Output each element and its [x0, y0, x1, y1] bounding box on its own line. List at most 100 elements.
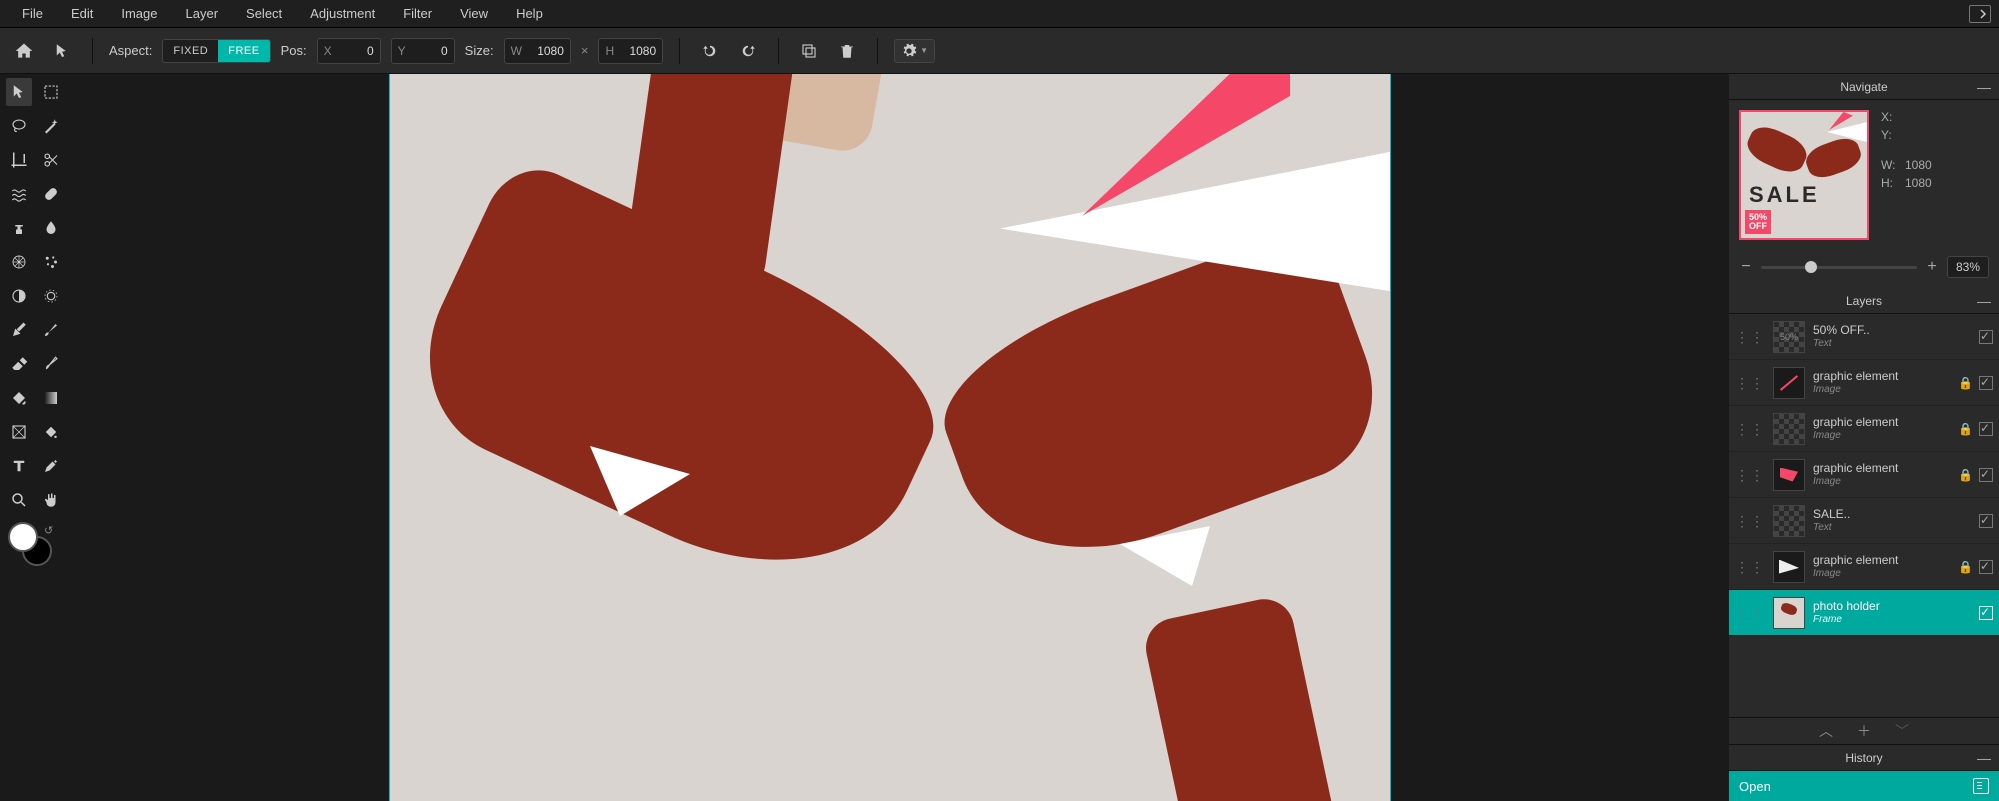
minimize-icon[interactable]: — — [1977, 293, 1991, 309]
fill-tool[interactable] — [6, 384, 32, 412]
pen-tool[interactable] — [6, 316, 32, 344]
history-item-open[interactable]: Open — [1729, 771, 1999, 801]
pos-y-input[interactable]: Y0 — [391, 38, 455, 64]
visibility-toggle[interactable] — [1979, 514, 1993, 528]
home-icon[interactable] — [10, 37, 38, 65]
layer-row[interactable]: ⋮⋮graphic elementImage🔒 — [1729, 360, 1999, 406]
layers-panel: ⋮⋮50%50% OFF..Text⋮⋮graphic elementImage… — [1729, 314, 1999, 717]
marquee-tool[interactable] — [38, 78, 64, 106]
lock-icon[interactable]: 🔒 — [1958, 422, 1973, 436]
swap-colors-icon[interactable]: ↺ — [44, 524, 53, 537]
menu-filter[interactable]: Filter — [389, 0, 446, 28]
shape-tool[interactable] — [6, 418, 32, 446]
size-h-input[interactable]: H1080 — [598, 38, 663, 64]
menu-select[interactable]: Select — [232, 0, 296, 28]
visibility-toggle[interactable] — [1979, 330, 1993, 344]
liquify-tool[interactable] — [6, 180, 32, 208]
drag-handle-icon[interactable]: ⋮⋮ — [1735, 611, 1765, 615]
visibility-toggle[interactable] — [1979, 468, 1993, 482]
menu-file[interactable]: File — [8, 0, 57, 28]
arrow-tool[interactable] — [6, 78, 32, 106]
zoom-out-button[interactable]: − — [1739, 258, 1753, 276]
zoom-in-button[interactable]: + — [1925, 258, 1939, 276]
aspect-link-icon[interactable]: × — [581, 43, 589, 58]
layer-name: photo holder — [1813, 599, 1971, 613]
foreground-color[interactable] — [8, 522, 38, 552]
pos-x-input[interactable]: X0 — [317, 38, 381, 64]
zoom-tool[interactable] — [6, 486, 32, 514]
hand-tool[interactable] — [38, 486, 64, 514]
layer-row[interactable]: ⋮⋮graphic elementImage🔒 — [1729, 544, 1999, 590]
menu-edit[interactable]: Edit — [57, 0, 107, 28]
minimize-icon[interactable]: — — [1977, 750, 1991, 766]
dodge-tool[interactable] — [6, 282, 32, 310]
add-layer-icon[interactable]: ＋ — [1857, 721, 1871, 741]
drag-handle-icon[interactable]: ⋮⋮ — [1735, 473, 1765, 477]
eraser-tool[interactable] — [6, 350, 32, 378]
wand-tool[interactable] — [38, 112, 64, 140]
visibility-toggle[interactable] — [1979, 422, 1993, 436]
heal-tool[interactable] — [38, 180, 64, 208]
duplicate-icon[interactable] — [795, 37, 823, 65]
menu-view[interactable]: View — [446, 0, 502, 28]
zoom-slider[interactable] — [1761, 266, 1917, 269]
layer-row[interactable]: ⋮⋮SALE..Text — [1729, 498, 1999, 544]
navigate-panel-header[interactable]: Navigate — — [1729, 74, 1999, 100]
cutout-tool[interactable] — [38, 146, 64, 174]
aspect-toggle[interactable]: FIXED FREE — [162, 39, 270, 63]
layer-down-icon[interactable]: ﹀ — [1895, 721, 1909, 741]
visibility-toggle[interactable] — [1979, 376, 1993, 390]
undo-icon[interactable] — [696, 37, 724, 65]
canvas-area[interactable]: SALE — [70, 74, 1729, 801]
navigator-thumbnail[interactable]: SALE 50%OFF — [1739, 110, 1869, 240]
menu-layer[interactable]: Layer — [172, 0, 233, 28]
visibility-toggle[interactable] — [1979, 606, 1993, 620]
layer-up-icon[interactable]: ︿ — [1819, 721, 1833, 741]
drag-handle-icon[interactable]: ⋮⋮ — [1735, 427, 1765, 431]
lock-icon[interactable]: 🔒 — [1958, 468, 1973, 482]
menu-help[interactable]: Help — [502, 0, 557, 28]
drag-handle-icon[interactable]: ⋮⋮ — [1735, 565, 1765, 569]
settings-dropdown[interactable]: ▼ — [894, 39, 935, 63]
layer-row[interactable]: ⋮⋮graphic elementImage🔒 — [1729, 452, 1999, 498]
sponge-tool[interactable] — [6, 248, 32, 276]
replace-color-tool[interactable] — [38, 350, 64, 378]
brush-tool[interactable] — [38, 316, 64, 344]
text-tool[interactable] — [6, 452, 32, 480]
size-w-input[interactable]: W1080 — [504, 38, 571, 64]
menu-adjustment[interactable]: Adjustment — [296, 0, 389, 28]
delete-icon[interactable] — [833, 37, 861, 65]
lock-icon[interactable]: 🔒 — [1958, 560, 1973, 574]
layers-panel-header[interactable]: Layers — — [1729, 288, 1999, 314]
aspect-fixed[interactable]: FIXED — [163, 40, 218, 62]
lock-icon[interactable]: 🔒 — [1958, 376, 1973, 390]
layer-row[interactable]: ⋮⋮graphic elementImage🔒 — [1729, 406, 1999, 452]
drag-handle-icon[interactable]: ⋮⋮ — [1735, 519, 1765, 523]
layer-row[interactable]: ⋮⋮photo holderFrame — [1729, 590, 1999, 636]
disperse-tool[interactable] — [38, 248, 64, 276]
blur-tool[interactable] — [38, 214, 64, 242]
color-swatches[interactable]: ↺ — [8, 522, 52, 566]
history-panel-header[interactable]: History — — [1729, 745, 1999, 771]
drag-handle-icon[interactable]: ⋮⋮ — [1735, 381, 1765, 385]
burn-tool[interactable] — [38, 282, 64, 310]
canvas[interactable]: SALE — [390, 74, 1390, 801]
zoom-value[interactable]: 83% — [1947, 256, 1989, 278]
collapse-panels-button[interactable] — [1969, 5, 1991, 23]
layer-name: graphic element — [1813, 415, 1950, 429]
eyedropper-tool[interactable] — [38, 452, 64, 480]
lasso-tool[interactable] — [6, 112, 32, 140]
paint-bucket-tool[interactable] — [38, 418, 64, 446]
gradient-tool[interactable] — [38, 384, 64, 412]
clone-tool[interactable] — [6, 214, 32, 242]
drag-handle-icon[interactable]: ⋮⋮ — [1735, 335, 1765, 339]
crop-tool[interactable] — [6, 146, 32, 174]
redo-icon[interactable] — [734, 37, 762, 65]
layer-name: SALE.. — [1813, 507, 1971, 521]
minimize-icon[interactable]: — — [1977, 79, 1991, 95]
aspect-free[interactable]: FREE — [218, 40, 269, 62]
arrow-tool-indicator-icon[interactable] — [48, 37, 76, 65]
menu-image[interactable]: Image — [107, 0, 171, 28]
layer-row[interactable]: ⋮⋮50%50% OFF..Text — [1729, 314, 1999, 360]
visibility-toggle[interactable] — [1979, 560, 1993, 574]
